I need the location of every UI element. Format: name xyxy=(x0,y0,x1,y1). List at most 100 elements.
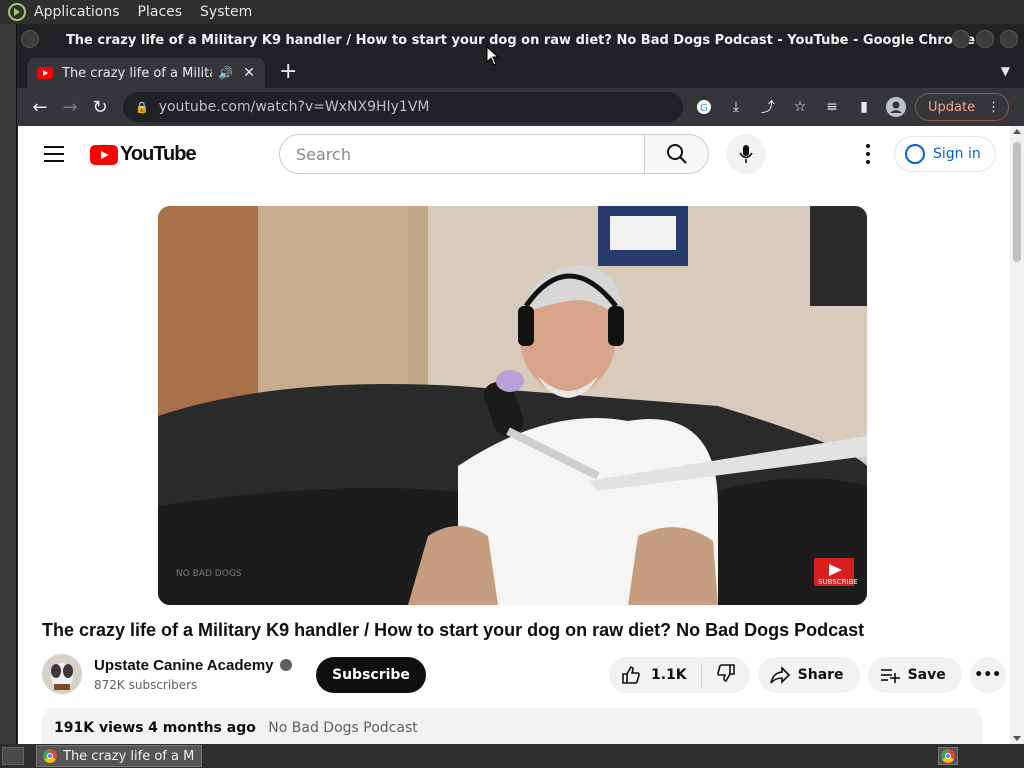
scroll-down-arrow-icon[interactable] xyxy=(1013,736,1021,741)
like-count: 1.1K xyxy=(651,667,687,683)
search-icon xyxy=(666,144,687,164)
browser-window: The crazy life of a Military K9 handler … xyxy=(16,24,1024,744)
tab-title: The crazy life of a Military K xyxy=(62,65,212,81)
youtube-wordmark: YouTube xyxy=(120,143,197,165)
more-actions-button[interactable]: ••• xyxy=(969,657,1006,693)
forward-button[interactable]: → xyxy=(55,92,85,122)
taskbar-chrome-window[interactable]: The crazy life of a Mi... xyxy=(36,745,202,767)
sign-in-label: Sign in xyxy=(933,146,981,162)
channel-name-row: Upstate Canine Academy xyxy=(94,657,292,674)
mouse-cursor-icon xyxy=(486,46,500,66)
page-scrollbar[interactable] xyxy=(1010,126,1024,744)
voice-search-button[interactable] xyxy=(726,134,766,174)
chrome-menu-icon[interactable]: ⋮ xyxy=(987,100,1000,115)
desktop-taskbar: The crazy life of a Mi... xyxy=(0,744,1024,768)
reload-button[interactable]: ↻ xyxy=(85,92,115,122)
more-horizontal-icon: ••• xyxy=(974,667,1002,683)
hashtag-link[interactable]: No Bad Dogs Podcast xyxy=(268,720,417,736)
corner-logo: NO BAD DOGS xyxy=(176,569,242,579)
tray-chrome-icon[interactable] xyxy=(938,747,958,765)
verified-check-icon xyxy=(279,659,292,671)
tab-strip: The crazy life of a Military K 🔊 ✕ + ▼ xyxy=(17,56,1024,88)
tab-close-icon[interactable]: ✕ xyxy=(243,65,255,81)
channel-avatar[interactable] xyxy=(42,654,82,694)
search-bar: Search xyxy=(279,134,709,174)
update-label: Update xyxy=(928,99,976,115)
save-label: Save xyxy=(907,667,946,683)
media-controls-icon[interactable]: ≡ xyxy=(821,96,843,118)
search-placeholder: Search xyxy=(296,144,351,164)
add-to-playlist-icon xyxy=(880,669,900,683)
thumbs-up-icon xyxy=(622,666,640,684)
thumbs-down-icon xyxy=(716,664,735,682)
search-button[interactable] xyxy=(645,134,709,174)
scroll-up-arrow-icon[interactable] xyxy=(1013,129,1021,134)
view-count: 191K views xyxy=(54,720,144,736)
share-label: Share xyxy=(797,667,844,683)
video-actions: 1.1K Share Save ••• xyxy=(609,657,1006,693)
toolbar-icons: G ⤓ ⤴ ☆ ≡ ▮ xyxy=(693,96,907,118)
minimize-button[interactable] xyxy=(952,30,970,48)
tab-search-chevron-icon[interactable]: ▼ xyxy=(1001,64,1010,78)
show-desktop-button[interactable] xyxy=(2,747,24,765)
sign-in-button[interactable]: Sign in xyxy=(894,136,996,172)
window-title: The crazy life of a Military K9 handler … xyxy=(65,32,976,48)
youtube-logo[interactable]: YouTube xyxy=(90,143,197,166)
description-box[interactable]: 191K views 4 months ago No Bad Dogs Podc… xyxy=(42,708,982,744)
url-text[interactable]: youtube.com/watch?v=WxNX9HIy1VM xyxy=(159,99,430,115)
lock-icon[interactable]: 🔒 xyxy=(135,101,149,114)
install-app-icon[interactable]: ⤓ xyxy=(725,96,747,118)
subscribe-button[interactable]: Subscribe xyxy=(316,657,426,693)
channel-name[interactable]: Upstate Canine Academy xyxy=(94,657,274,674)
subscriber-count: 872K subscribers xyxy=(94,677,198,692)
window-controls xyxy=(952,30,1018,48)
dislike-button[interactable] xyxy=(702,663,750,687)
subscribe-watermark: SUBSCRIBE xyxy=(818,578,858,586)
channel-info: Upstate Canine Academy 872K subscribers xyxy=(94,657,292,692)
window-menu-button[interactable] xyxy=(21,30,39,48)
like-dislike-group: 1.1K xyxy=(609,657,750,693)
upload-age: 4 months ago xyxy=(148,720,256,736)
browser-toolbar: ← → ↻ 🔒 youtube.com/watch?v=WxNX9HIy1VM … xyxy=(17,88,1024,126)
maximize-button[interactable] xyxy=(976,30,994,48)
share-button[interactable]: Share xyxy=(757,657,860,693)
window-titlebar[interactable]: The crazy life of a Military K9 handler … xyxy=(17,24,1024,56)
menu-system[interactable]: System xyxy=(200,4,252,20)
menu-applications[interactable]: Applications xyxy=(34,4,120,20)
youtube-play-icon xyxy=(90,144,118,165)
guide-menu-icon[interactable] xyxy=(44,146,64,167)
window-close-button[interactable] xyxy=(1000,30,1018,48)
chrome-icon xyxy=(43,749,57,763)
settings-kebab-icon[interactable] xyxy=(858,144,878,164)
share-arrow-icon xyxy=(769,666,790,684)
taskbar-window-label: The crazy life of a Mi... xyxy=(63,748,195,764)
profile-avatar-icon[interactable] xyxy=(885,96,907,118)
account-icon xyxy=(905,144,925,164)
share-icon[interactable]: ⤴ xyxy=(757,96,779,118)
update-button[interactable]: Update ⋮ xyxy=(915,93,1010,121)
video-frame-image: SUBSCRIBE NO BAD DOGS xyxy=(158,206,867,605)
save-button[interactable]: Save xyxy=(867,657,962,693)
video-player[interactable]: SUBSCRIBE NO BAD DOGS xyxy=(158,206,867,605)
svg-text:G: G xyxy=(700,103,708,114)
page-viewport: YouTube Search Sign in SUBSCRIBE NO BAD … xyxy=(18,126,1024,744)
tab-youtube[interactable]: The crazy life of a Military K 🔊 ✕ xyxy=(27,58,265,88)
back-button[interactable]: ← xyxy=(25,92,55,122)
desktop-panel: Applications Places System xyxy=(0,0,1024,24)
youtube-favicon-icon xyxy=(37,67,53,79)
new-tab-button[interactable]: + xyxy=(279,59,297,84)
google-lens-icon[interactable]: G xyxy=(693,96,715,118)
search-input[interactable]: Search xyxy=(279,134,645,174)
youtube-header: YouTube Search Sign in xyxy=(18,126,1024,182)
menu-places[interactable]: Places xyxy=(138,4,183,20)
channel-owner: Upstate Canine Academy 872K subscribers xyxy=(42,654,292,694)
side-panel-icon[interactable]: ▮ xyxy=(853,96,875,118)
microphone-icon xyxy=(739,145,753,163)
speaker-icon[interactable]: 🔊 xyxy=(218,66,233,80)
bookmark-star-icon[interactable]: ☆ xyxy=(789,96,811,118)
video-title: The crazy life of a Military K9 handler … xyxy=(42,620,865,640)
gnome-foot-icon[interactable] xyxy=(6,2,28,22)
address-bar[interactable]: 🔒 youtube.com/watch?v=WxNX9HIy1VM xyxy=(123,92,683,122)
scrollbar-thumb[interactable] xyxy=(1013,142,1021,262)
like-button[interactable]: 1.1K xyxy=(609,663,702,687)
